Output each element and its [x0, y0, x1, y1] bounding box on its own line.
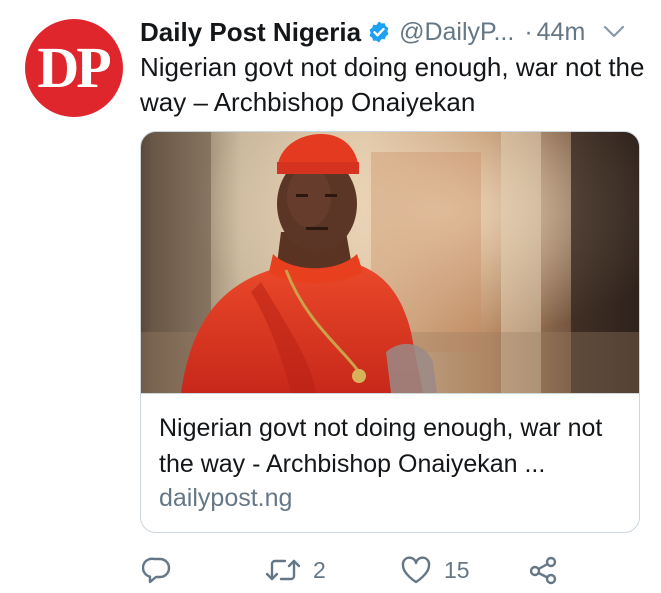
tweet-text: Nigerian govt not doing enough, war not … [140, 52, 645, 117]
retweet-count: 2 [313, 556, 326, 583]
timestamp[interactable]: 44m [537, 18, 586, 47]
author-handle[interactable]: @DailyP... [399, 18, 514, 47]
reply-icon [142, 557, 171, 584]
tweet-header: Daily Post Nigeria @DailyP... · 44m [140, 14, 645, 50]
cardinal-photo [141, 132, 639, 393]
like-button[interactable]: 15 [400, 553, 470, 587]
reply-button[interactable] [142, 553, 172, 587]
separator-dot: · [524, 17, 533, 46]
author-name[interactable]: Daily Post Nigeria [140, 17, 361, 48]
retweet-button[interactable]: 2 [265, 553, 326, 587]
like-count: 15 [444, 556, 470, 583]
card-title[interactable]: Nigerian govt not doing enough, war not … [159, 410, 629, 482]
avatar[interactable]: DP [25, 19, 123, 117]
card-domain[interactable]: dailypost.ng [159, 484, 292, 513]
chevron-down-icon[interactable] [603, 25, 625, 39]
share-icon [529, 556, 557, 585]
tweet[interactable]: DP Daily Post Nigeria @DailyP... · 44m N… [0, 0, 661, 593]
heart-icon [401, 556, 431, 584]
avatar-logo-text: DP [37, 35, 111, 100]
link-card[interactable]: Nigerian govt not doing enough, war not … [140, 131, 640, 533]
tweet-actions: 2 15 [140, 553, 645, 587]
share-button[interactable] [528, 553, 558, 587]
verified-badge-icon [369, 21, 389, 43]
card-image[interactable] [141, 132, 639, 394]
retweet-icon [265, 559, 301, 581]
